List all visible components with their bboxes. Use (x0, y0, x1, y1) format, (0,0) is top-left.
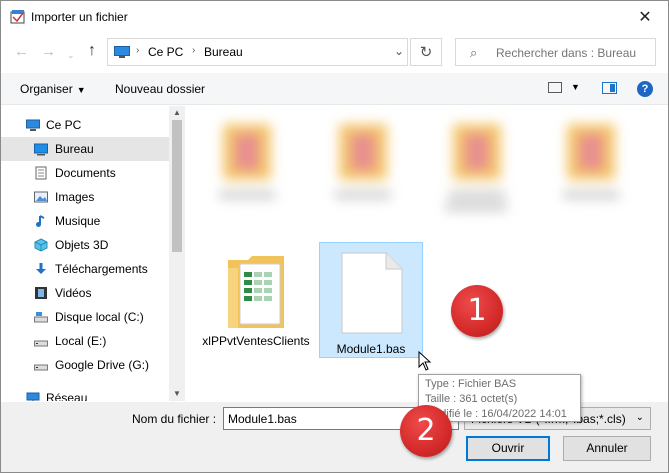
preview-pane-icon[interactable] (602, 82, 617, 94)
blurred-item[interactable] (431, 112, 521, 212)
sidebar-item-label: Bureau (55, 142, 94, 156)
organize-button[interactable]: Organiser ▼ (20, 82, 86, 96)
title-bar: Importer un fichier ✕ (1, 1, 668, 33)
help-icon[interactable]: ? (637, 81, 653, 97)
downloads-icon (36, 263, 46, 274)
sidebar-item-google-drive[interactable]: Google Drive (G:) (1, 353, 169, 377)
videos-icon (35, 287, 47, 299)
breadcrumb-ce-pc[interactable]: Ce PC (148, 45, 183, 59)
computer-icon (114, 46, 130, 58)
caret-down-icon: ▼ (76, 85, 86, 95)
navigation-bar: ← → ⌄ ↑ › Ce PC › Bureau ⌄ ↻ ⌕ (1, 35, 668, 69)
documents-icon (35, 166, 47, 180)
chevron-right-icon: › (136, 45, 140, 56)
sidebar-item-videos[interactable]: Vidéos (1, 281, 169, 305)
images-icon (34, 191, 48, 203)
drive-icon (34, 340, 48, 347)
sidebar-item-musique[interactable]: Musique (1, 209, 169, 233)
scrollbar-thumb[interactable] (172, 120, 182, 252)
address-bar[interactable]: › Ce PC › Bureau ⌄ (107, 38, 408, 66)
back-arrow-icon[interactable]: ← (14, 43, 29, 61)
sidebar-item-documents[interactable]: Documents (1, 161, 169, 185)
file-name: Module1.bas (336, 342, 406, 356)
blurred-item[interactable] (317, 112, 407, 212)
drive-icon (34, 312, 48, 323)
up-arrow-icon[interactable]: ↑ (88, 42, 96, 60)
recent-dropdown-icon[interactable]: ⌄ (67, 46, 75, 64)
sidebar-item-label: Ce PC (46, 118, 82, 132)
step-badge-1: 1 (451, 285, 503, 337)
blurred-item[interactable] (545, 112, 635, 212)
filename-label: Nom du fichier : (132, 412, 217, 426)
folder-icon (228, 256, 284, 328)
close-button[interactable]: ✕ (622, 1, 668, 33)
sidebar-item-label: Vidéos (55, 286, 92, 300)
search-input[interactable] (496, 46, 651, 60)
view-options-icon[interactable] (548, 82, 562, 93)
sidebar-item-label: Google Drive (G:) (55, 358, 150, 372)
sidebar-item-label: Objets 3D (55, 238, 109, 252)
window-title: Importer un fichier (31, 10, 128, 24)
navigation-pane: Ce PC Bureau Documents Images Musique Ob… (1, 106, 185, 401)
drive-icon (34, 364, 48, 371)
sidebar-item-label: Disque local (C:) (55, 310, 144, 324)
network-icon (26, 392, 40, 401)
tooltip-type: Type : Fichier BAS (425, 378, 517, 390)
app-icon (10, 10, 25, 24)
folder-item[interactable]: xlPPvtVentesClients (202, 242, 310, 358)
forward-arrow-icon[interactable]: → (41, 43, 56, 61)
desktop-icon (34, 143, 48, 156)
sidebar-item-local-e[interactable]: Local (E:) (1, 329, 169, 353)
step-badge-2: 2 (400, 405, 452, 457)
open-button[interactable]: Ouvrir (466, 436, 550, 461)
scroll-down-icon[interactable]: ▼ (173, 389, 181, 398)
folder-name: xlPPvtVentesClients (202, 334, 310, 348)
refresh-icon: ↻ (419, 44, 433, 61)
objects-3d-icon (34, 238, 48, 252)
refresh-button[interactable]: ↻ (410, 38, 442, 66)
sidebar-item-bureau[interactable]: Bureau (1, 137, 169, 161)
sidebar-scrollbar[interactable]: ▲ ▼ (169, 106, 185, 401)
chevron-down-icon: ⌄ (635, 412, 644, 423)
sidebar-item-label: Musique (55, 214, 101, 228)
file-item-selected[interactable]: Module1.bas (319, 242, 423, 358)
search-box[interactable]: ⌕ (455, 38, 656, 66)
breadcrumb-bureau[interactable]: Bureau (204, 45, 243, 59)
organize-label: Organiser (20, 82, 73, 96)
blurred-item[interactable] (201, 112, 291, 212)
search-icon: ⌕ (470, 45, 478, 60)
sidebar-item-telechargements[interactable]: Téléchargements (1, 257, 169, 281)
chevron-down-icon[interactable]: ⌄ (394, 44, 404, 58)
command-toolbar: Organiser ▼ Nouveau dossier ▼ ? (1, 73, 668, 105)
new-folder-button[interactable]: Nouveau dossier (115, 82, 205, 96)
caret-down-icon[interactable]: ▼ (571, 82, 580, 92)
document-file-icon (341, 252, 403, 334)
sidebar-item-label: Images (55, 190, 95, 204)
sidebar-item-disque-c[interactable]: Disque local (C:) (1, 305, 169, 329)
sidebar-item-label: Local (E:) (55, 334, 107, 348)
scroll-up-icon[interactable]: ▲ (173, 108, 181, 117)
sidebar-item-objets-3d[interactable]: Objets 3D (1, 233, 169, 257)
sidebar-item-label: Documents (55, 166, 116, 180)
music-icon (36, 215, 45, 227)
chevron-right-icon: › (192, 45, 196, 56)
sidebar-item-reseau[interactable]: Réseau (1, 386, 169, 401)
mouse-cursor-icon (418, 351, 432, 371)
sidebar-item-label: Téléchargements (55, 262, 148, 276)
file-dialog: Importer un fichier ✕ ← → ⌄ ↑ › Ce PC › … (0, 0, 669, 473)
close-icon: ✕ (638, 9, 652, 26)
tooltip-size: Taille : 361 octet(s) (425, 393, 518, 405)
sidebar-item-label: Réseau (46, 391, 88, 401)
cancel-button[interactable]: Annuler (563, 436, 651, 461)
sidebar-item-ce-pc[interactable]: Ce PC (1, 113, 169, 137)
computer-icon (26, 119, 40, 131)
sidebar-item-images[interactable]: Images (1, 185, 169, 209)
